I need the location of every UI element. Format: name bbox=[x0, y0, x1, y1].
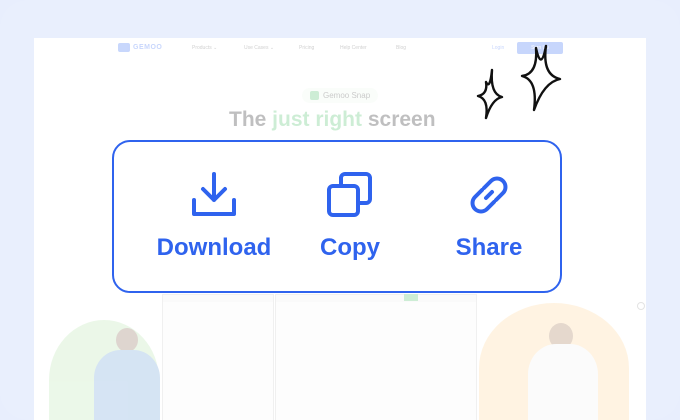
download-button[interactable]: Download bbox=[139, 142, 289, 291]
headline-highlight: just right bbox=[272, 108, 362, 131]
mock-panel-center bbox=[275, 294, 477, 420]
mock-button bbox=[404, 294, 418, 301]
nav-pricing[interactable]: Pricing bbox=[299, 45, 314, 51]
nav-blog[interactable]: Blog bbox=[396, 45, 406, 51]
hero-headline: The just right screen bbox=[229, 108, 436, 132]
download-icon bbox=[192, 172, 236, 216]
snap-logo-icon bbox=[310, 91, 319, 100]
share-label: Share bbox=[455, 234, 523, 261]
man-body bbox=[528, 344, 598, 420]
link-icon bbox=[470, 176, 508, 214]
copy-label: Copy bbox=[320, 234, 380, 261]
copy-icon bbox=[327, 172, 372, 217]
share-actions-card: Download Copy Share bbox=[112, 140, 562, 293]
logo-text: GEMOO bbox=[133, 44, 163, 51]
mock-panel-left bbox=[162, 294, 274, 420]
mock-toolbar bbox=[276, 295, 476, 302]
headline-post: screen bbox=[362, 108, 436, 131]
scroll-indicator bbox=[637, 302, 645, 310]
headline-pre: The bbox=[229, 108, 273, 131]
nav-use-cases[interactable]: Use Cases ⌄ bbox=[244, 45, 274, 51]
share-button[interactable]: Share bbox=[414, 142, 564, 291]
app-frame: GEMOO Products ⌄ Use Cases ⌄ Pricing Hel… bbox=[0, 0, 680, 420]
badge-text: Gemoo Snap bbox=[323, 91, 371, 100]
mock-toolbar bbox=[163, 295, 273, 302]
product-badge: Gemoo Snap bbox=[302, 88, 379, 103]
woman-head bbox=[116, 328, 138, 352]
nav-products[interactable]: Products ⌄ bbox=[192, 45, 217, 51]
download-label: Download bbox=[156, 234, 272, 261]
nav-help-center[interactable]: Help Center bbox=[340, 45, 367, 51]
copy-button[interactable]: Copy bbox=[275, 142, 425, 291]
woman-body bbox=[94, 350, 160, 420]
site-logo[interactable]: GEMOO bbox=[118, 43, 162, 52]
sparkle-icon bbox=[476, 44, 562, 120]
logo-icon bbox=[118, 43, 130, 52]
